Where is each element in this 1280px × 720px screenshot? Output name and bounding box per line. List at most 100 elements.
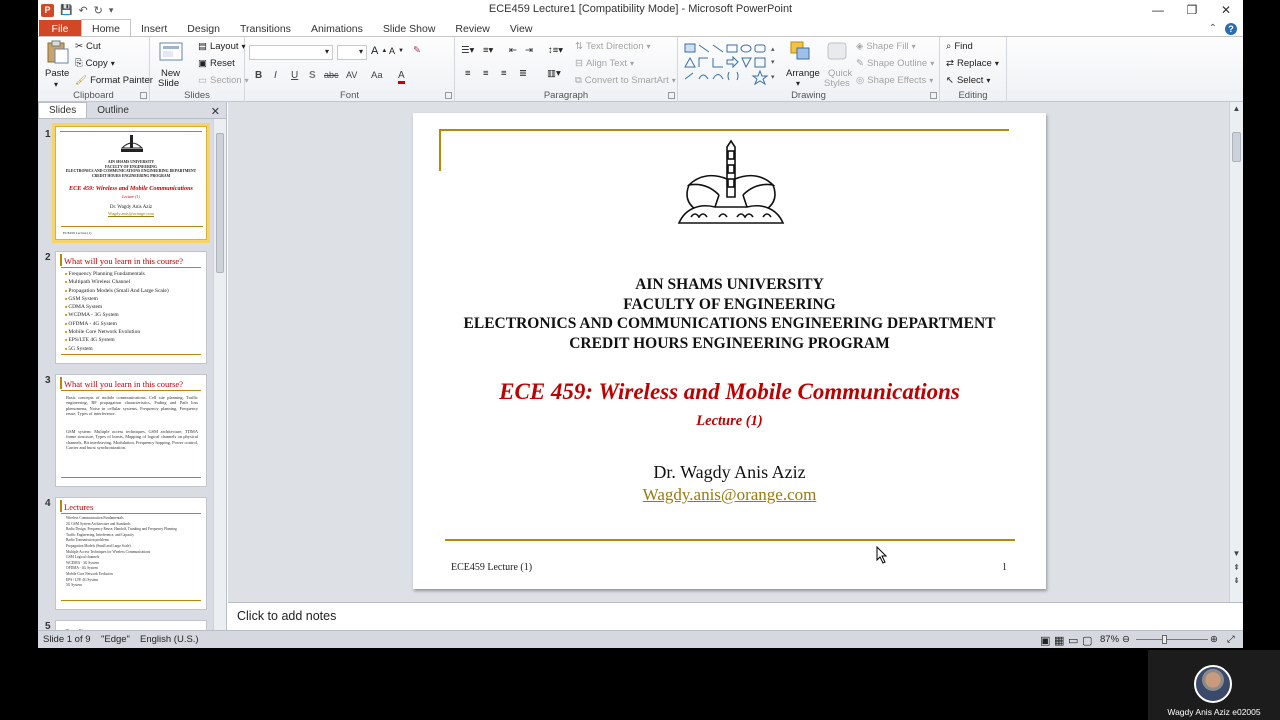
replace-button[interactable]: ⇄ Replace ▾ [946,58,999,69]
zoom-out-icon[interactable]: ⊖ [1122,634,1130,645]
font-launcher-icon[interactable] [445,92,452,99]
slide-thumbnail-4[interactable]: 4 Lectures Wireless Communication Fundam… [38,496,213,612]
tab-animations[interactable]: Animations [301,20,373,37]
new-slide-icon[interactable] [158,40,184,64]
shape-fill-button[interactable]: ◈ Shape Fill ▾ [856,41,916,52]
clipboard-launcher-icon[interactable] [140,92,147,99]
text-shadow-button[interactable]: S [309,70,316,81]
tab-view[interactable]: View [500,20,543,37]
clear-formatting-icon[interactable]: ✎ [413,45,421,56]
zoom-slider-track[interactable] [1136,639,1208,640]
font-size-combo[interactable]: ▾ [337,45,367,60]
help-icon[interactable]: ? [1225,22,1237,35]
justify-icon[interactable]: ≣ [519,68,527,79]
panel-scrollbar[interactable] [213,119,226,630]
next-slide-icon[interactable]: ⇟ [1230,576,1243,585]
tab-outline-panel[interactable]: Outline [87,102,139,118]
grow-font-icon[interactable]: A ▲ [371,45,387,57]
thumbnail-slide[interactable]: AIN SHAMS UNIVERSITY FACULTY OF ENGINEER… [52,123,210,243]
align-left-icon[interactable]: ≡ [465,68,471,79]
tab-design[interactable]: Design [177,20,230,37]
convert-smartart-button[interactable]: ⧉ Convert to SmartArt ▾ [575,75,676,86]
slide-scroll-thumb[interactable] [1232,132,1241,162]
format-painter-button[interactable]: 🖌 Format Painter [75,75,153,86]
normal-view-icon[interactable]: ▣ [1040,634,1050,647]
paste-icon[interactable] [45,40,71,64]
bold-button[interactable]: B [255,70,262,81]
section-button[interactable]: ▭ Section ▾ [198,75,249,86]
language-indicator[interactable]: English (U.S.) [140,634,199,645]
paste-button[interactable]: Paste [45,68,69,79]
zoom-slider-handle[interactable] [1162,635,1167,644]
cut-button[interactable]: ✂ Cut [75,41,101,52]
tab-slide-show[interactable]: Slide Show [373,20,446,37]
increase-indent-icon[interactable]: ⇥ [525,45,533,56]
arrange-button[interactable]: Arrange [786,68,820,79]
line-spacing-icon[interactable]: ↕≡▾ [548,45,563,56]
shape-outline-button[interactable]: ✎ Shape Outline ▾ [856,58,934,69]
redo-icon[interactable]: ↻ [94,4,103,17]
columns-icon[interactable]: ▥▾ [547,68,561,79]
panel-scroll-thumb[interactable] [216,133,224,273]
shrink-font-icon[interactable]: A ▼ [389,46,404,56]
powerpoint-logo-icon[interactable]: P [41,3,54,17]
customize-qat-icon[interactable]: ▾ [109,5,114,16]
slide-scrollbar[interactable]: ▲ ▼ ⇞ ⇟ [1229,102,1243,602]
scroll-down-icon[interactable]: ▼ [1230,549,1243,558]
slide-thumbnail-3[interactable]: 3 What will you learn in this course? Ba… [38,373,213,489]
undo-icon[interactable]: ↶ [78,4,87,17]
save-icon[interactable]: 💾 [60,5,72,16]
slide-thumbnail-1[interactable]: 1 AIN SHAMS UNIVERSITY FACULTY OF ENGINE… [38,123,213,243]
restore-button[interactable]: ❐ [1175,0,1209,20]
current-slide[interactable]: AIN SHAMS UNIVERSITY FACULTY OF ENGINEER… [413,113,1046,589]
copy-button[interactable]: ⎘ Copy ▾ [75,58,115,69]
slide-sorter-icon[interactable]: ▦ [1054,634,1064,647]
close-button[interactable]: ✕ [1209,0,1243,20]
font-family-combo[interactable]: ▾ [249,45,333,60]
notes-placeholder[interactable]: Click to add notes [237,609,336,623]
thumbnail-slide[interactable]: Grading [55,620,207,630]
reading-view-icon[interactable]: ▭ [1068,634,1078,647]
paragraph-launcher-icon[interactable] [668,92,675,99]
numbering-icon[interactable]: ≡▾ [483,45,493,56]
theme-name[interactable]: "Edge" [101,634,130,645]
author-email-link[interactable]: Wagdy.anis@orange.com [413,485,1046,505]
align-right-icon[interactable]: ≡ [501,68,507,79]
align-text-button[interactable]: ⊟ Align Text ▾ [575,58,634,69]
arrange-dropdown-icon[interactable]: ▾ [796,79,800,88]
strikethrough-button[interactable]: abc [324,70,339,80]
slide-show-icon[interactable]: ▢ [1082,634,1092,647]
tab-slides-panel[interactable]: Slides [38,102,88,118]
tab-file[interactable]: File [39,20,81,37]
new-slide-label-2[interactable]: Slide [158,78,179,89]
drawing-launcher-icon[interactable] [930,92,937,99]
quick-styles-icon[interactable] [825,40,851,64]
thumbnail-slide[interactable]: What will you learn in this course? Basi… [55,374,207,487]
find-button[interactable]: ⌕ Find [946,41,973,52]
layout-button[interactable]: ▤ Layout ▾ [198,41,246,52]
decrease-indent-icon[interactable]: ⇤ [509,45,517,56]
notes-pane[interactable]: Click to add notes [228,602,1243,630]
arrange-icon[interactable] [789,40,815,64]
zoom-level[interactable]: 87% [1100,634,1119,645]
minimize-ribbon-icon[interactable]: ⌃ [1209,23,1217,34]
reset-button[interactable]: ▣ Reset [198,58,235,69]
minimize-button[interactable]: — [1141,0,1175,20]
underline-button[interactable]: U [291,70,298,81]
text-direction-button[interactable]: ⇅ Text Direction ▾ [575,41,651,52]
tab-transitions[interactable]: Transitions [230,20,301,37]
tab-insert[interactable]: Insert [131,20,177,37]
previous-slide-icon[interactable]: ⇞ [1230,563,1243,572]
paste-dropdown-icon[interactable]: ▾ [54,80,58,89]
scroll-up-icon[interactable]: ▲ [1230,104,1243,113]
quick-styles-label-2[interactable]: Styles [824,78,850,89]
thumbnail-slide[interactable]: What will you learn in this course? Freq… [55,251,207,364]
change-case-button[interactable]: Aa [371,70,383,81]
shape-effects-button[interactable]: ◎ Shape Effects ▾ [856,75,933,86]
fit-to-window-icon[interactable]: ⤢ [1227,634,1235,645]
zoom-in-icon[interactable]: ⊕ [1210,634,1218,645]
slide-thumbnail-2[interactable]: 2 What will you learn in this course? Fr… [38,250,213,366]
close-panel-icon[interactable]: ✕ [211,105,220,118]
select-button[interactable]: ↖ Select ▾ [946,75,990,86]
tab-review[interactable]: Review [445,20,499,37]
